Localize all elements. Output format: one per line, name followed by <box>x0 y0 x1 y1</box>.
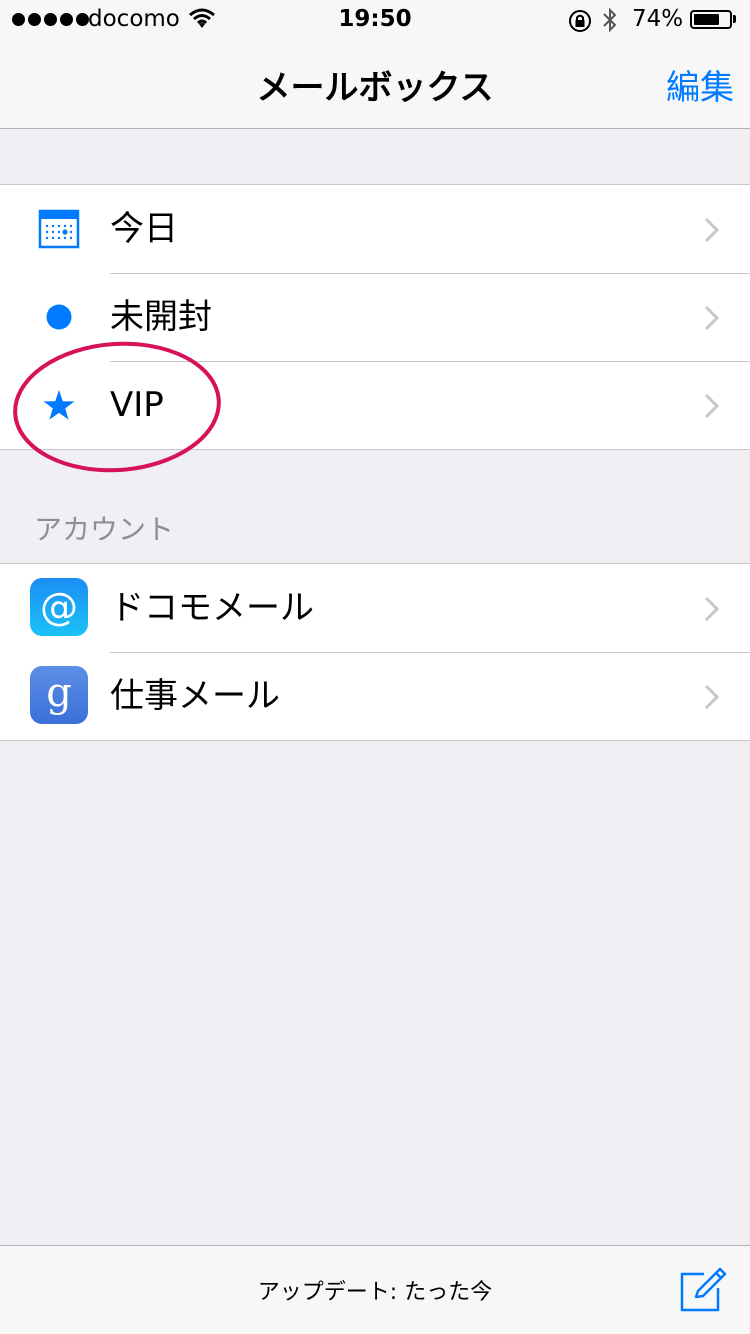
account-label-docomo-mail: ドコモメール <box>110 588 314 628</box>
top-bar: docomo 19:50 74% メールボックス 編集 <box>0 0 750 129</box>
chevron-right-icon <box>704 393 720 419</box>
compose-icon[interactable] <box>678 1264 728 1314</box>
account-row-work-mail[interactable]: g 仕事メール <box>0 652 750 740</box>
rotation-lock-icon <box>569 10 591 32</box>
battery-tip <box>733 15 736 23</box>
mailbox-label-today: 今日 <box>110 209 178 249</box>
star-icon <box>43 390 75 420</box>
google-icon: g <box>30 666 88 724</box>
account-label-work-mail: 仕事メール <box>110 676 280 716</box>
bluetooth-icon <box>603 7 617 33</box>
mailbox-label-vip: VIP <box>110 385 164 425</box>
unread-dot-icon <box>46 304 72 330</box>
accounts-section-header: アカウント <box>34 513 175 546</box>
mailbox-row-today[interactable]: 今日 <box>0 185 750 273</box>
battery-percentage: 74% <box>632 6 684 32</box>
bottom-toolbar: アップデート: たった今 <box>0 1245 750 1334</box>
svg-text:g: g <box>46 670 72 716</box>
docomo-mail-icon: @ <box>30 578 88 636</box>
update-status: アップデート: たった今 <box>257 1280 493 1305</box>
mailboxes-group: 今日 未開封 VIP <box>0 184 750 450</box>
mailbox-row-vip[interactable]: VIP <box>0 361 750 449</box>
page-title: メールボックス <box>256 68 494 108</box>
battery-fill <box>694 14 719 25</box>
edit-button[interactable]: 編集 <box>666 60 734 109</box>
accounts-group: @ ドコモメール g 仕事メール <box>0 563 750 741</box>
account-row-docomo-mail[interactable]: @ ドコモメール <box>0 564 750 652</box>
calendar-icon <box>38 209 80 249</box>
chevron-right-icon <box>704 217 720 243</box>
chevron-right-icon <box>704 305 720 331</box>
mailbox-row-unread[interactable]: 未開封 <box>0 273 750 361</box>
svg-text:@: @ <box>40 585 78 629</box>
mailbox-label-unread: 未開封 <box>110 297 212 337</box>
status-bar: docomo 19:50 74% <box>0 0 750 40</box>
battery-icon <box>690 10 732 29</box>
chevron-right-icon <box>704 684 720 710</box>
chevron-right-icon <box>704 596 720 622</box>
